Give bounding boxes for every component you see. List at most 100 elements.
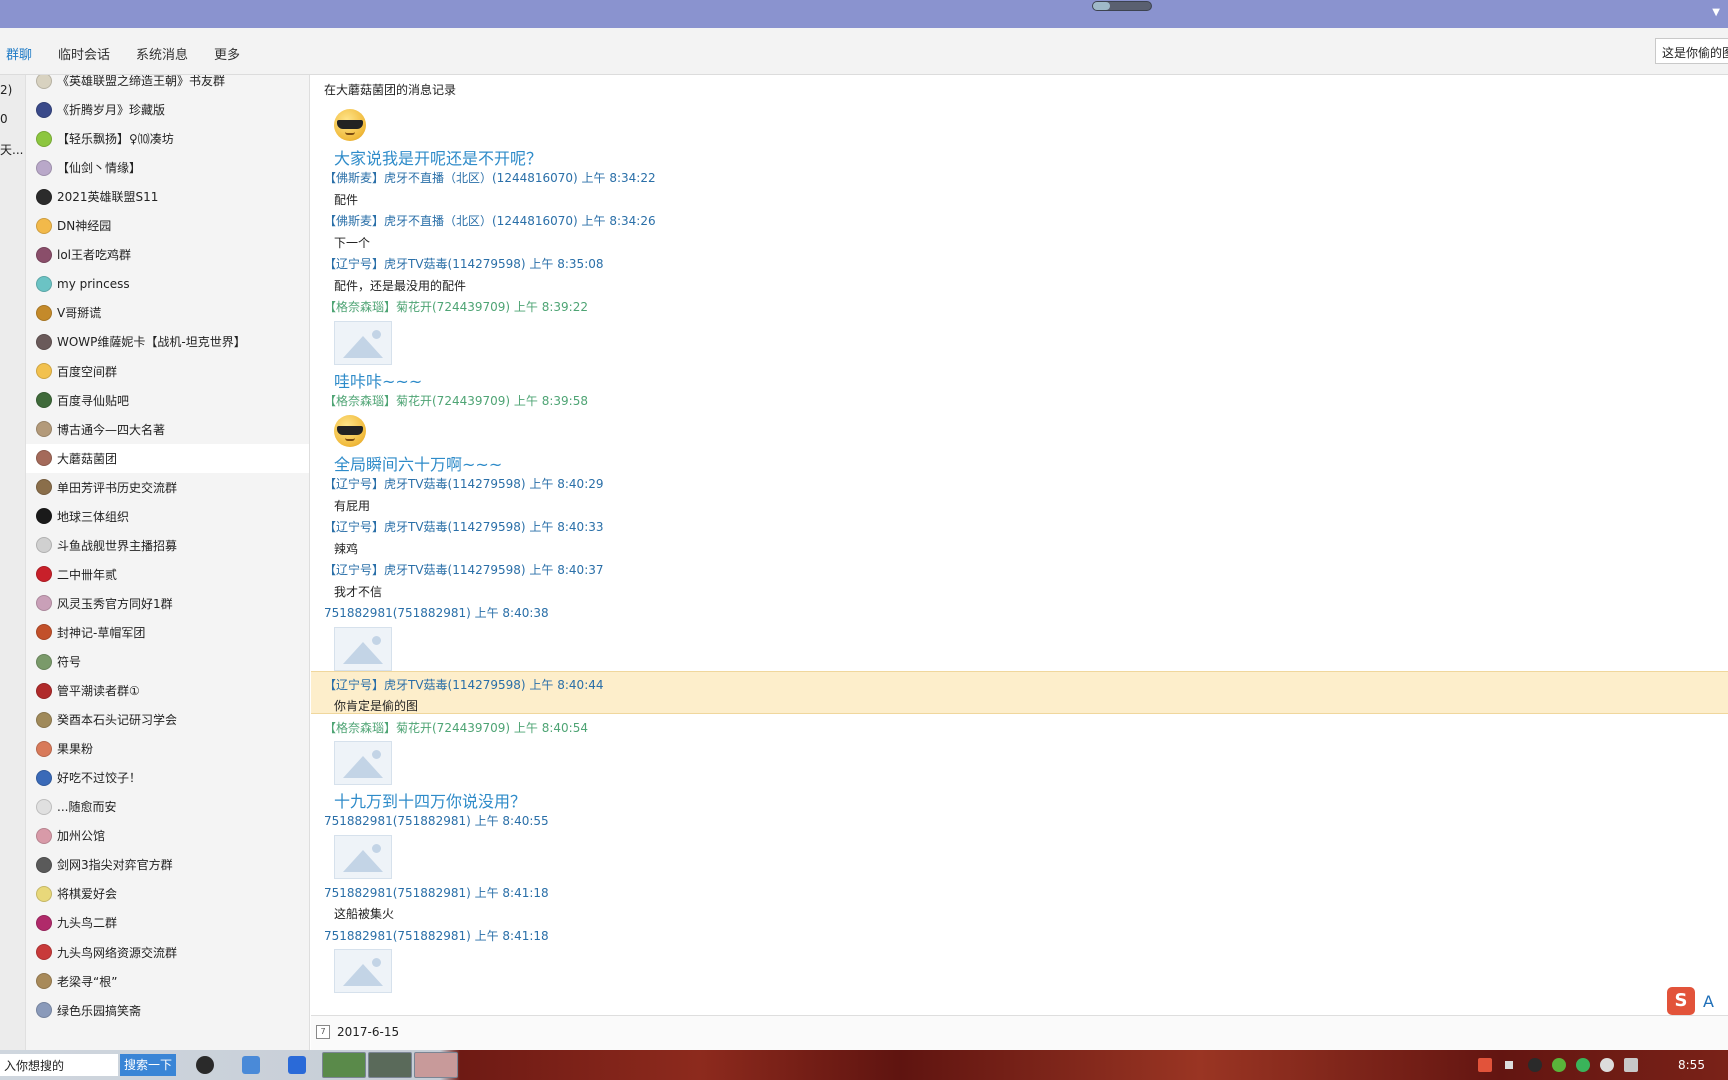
taskbar-search-button[interactable]: 搜索一下 [120,1054,176,1076]
shield-tray-icon[interactable] [1552,1058,1566,1072]
image-placeholder-icon[interactable] [334,626,392,671]
group-item[interactable]: 百度空间群 [26,357,309,386]
group-item[interactable]: 2021英雄联盟S11 [26,182,309,211]
message-text: 配件 [334,192,359,207]
group-item[interactable]: my princess [26,269,309,298]
left-strip-item[interactable]: 0 [0,112,8,126]
group-item[interactable]: 地球三体组织 [26,502,309,531]
group-item[interactable]: 果果粉 [26,734,309,763]
group-item[interactable]: 大蘑菇菌团 [26,443,309,473]
group-item[interactable]: 将棋爱好会 [26,879,309,908]
taskbar: 入你想搜的 搜索一下 8:55 [0,1050,1728,1080]
message-text: 辣鸡 [334,541,359,556]
game-controller-icon[interactable] [242,1056,260,1074]
message-sender-time[interactable]: 751882981(751882981) 上午 8:41:18 [324,927,549,944]
tab-temp-session[interactable]: 临时会话 [58,44,110,63]
calendar-icon[interactable]: 7 [316,1025,330,1039]
group-avatar-icon [36,392,52,409]
group-name: 剑网3指尖对弈官方群 [57,858,173,873]
group-item[interactable]: 单田芳评书历史交流群 [26,473,309,502]
sogou-ime-icon: S [1667,987,1695,1015]
tab-more[interactable]: 更多 [214,44,240,63]
left-strip-item[interactable]: 2) [0,83,12,97]
message-sender-time[interactable]: 【辽宁号】虎牙TV菇毒(114279598) 上午 8:40:29 [324,475,604,492]
message-sender-time[interactable]: 【格奈森瑙】菊花开(724439709) 上午 8:40:54 [324,719,588,736]
group-item[interactable]: 癸酉本石头记研习学会 [26,705,309,734]
group-item[interactable]: 【轻乐飘扬】♀⑽凑坊 [26,124,309,153]
tab-group-chat[interactable]: 群聊 [6,44,32,63]
group-item[interactable]: 《折腾岁月》珍藏版 [26,95,309,124]
group-item[interactable]: ...随愈而安 [26,792,309,821]
group-item[interactable]: 风灵玉秀官方同好1群 [26,589,309,618]
group-item[interactable]: WOWP维薩妮卡【战机-坦克世界】 [26,327,309,356]
message-sender-time[interactable]: 【辽宁号】虎牙TV菇毒(114279598) 上午 8:40:44 [324,676,604,693]
group-item[interactable]: 《英雄联盟之缔造王朝》书友群 [26,75,309,95]
image-placeholder-icon[interactable] [334,834,392,879]
group-item[interactable]: 九头鸟网络资源交流群 [26,938,309,967]
cool-emoji-icon[interactable] [334,109,366,141]
network-icon[interactable] [1624,1058,1638,1072]
volume-icon[interactable] [1600,1058,1614,1072]
image-placeholder-icon[interactable] [334,741,392,785]
group-item[interactable]: V哥掰谎 [26,298,309,327]
history-date[interactable]: 2017-6-15 [337,1025,399,1039]
group-item[interactable]: 斗鱼战舰世界主播招募 [26,531,309,560]
message-sender-time[interactable]: 【辽宁号】虎牙TV菇毒(114279598) 上午 8:40:33 [324,518,604,535]
group-avatar-icon [36,246,52,263]
cool-emoji-icon[interactable] [334,415,366,447]
image-placeholder-icon[interactable] [334,320,392,365]
group-item[interactable]: 加州公馆 [26,821,309,850]
message-sender-time[interactable]: 【格奈森瑙】菊花开(724439709) 上午 8:39:58 [324,392,588,409]
tab-system-messages[interactable]: 系统消息 [136,44,188,63]
group-item[interactable]: 二中卌年贰 [26,560,309,589]
message-sender-time[interactable]: 751882981(751882981) 上午 8:41:18 [324,884,549,901]
sun-shape [372,750,381,759]
group-avatar-icon [36,1002,52,1019]
message-sender-time[interactable]: 【辽宁号】虎牙TV菇毒(114279598) 上午 8:40:37 [324,561,604,578]
group-item[interactable]: 封神记-草帽军团 [26,618,309,647]
group-avatar-icon [36,421,52,438]
message-sender-time[interactable]: 751882981(751882981) 上午 8:40:55 [324,812,549,829]
search-input[interactable]: 这是你偷的图 [1655,38,1728,64]
qq-tray-icon[interactable] [1528,1058,1542,1072]
message-sender-time[interactable]: 【佛斯麦】虎牙不直播（北区）(1244816070) 上午 8:34:22 [324,169,656,186]
group-name: lol王者吃鸡群 [57,248,132,263]
tray-expand-icon[interactable] [1505,1061,1513,1069]
group-item[interactable]: 剑网3指尖对弈官方群 [26,850,309,879]
left-strip-item[interactable]: 天... [0,141,23,158]
message-sender-time[interactable]: 【格奈森瑙】菊花开(724439709) 上午 8:39:22 [324,298,588,315]
image-placeholder-icon[interactable] [334,949,392,993]
group-name: 博古通今—四大名著 [57,422,166,437]
sogou-tray-icon[interactable] [1478,1058,1492,1072]
group-name: 大蘑菇菌团 [57,451,118,466]
wechat-tray-icon[interactable] [1576,1058,1590,1072]
system-clock[interactable]: 8:55 [1678,1058,1705,1072]
ime-indicator[interactable]: S A [1665,985,1725,1019]
qq-penguin-icon[interactable] [196,1056,214,1074]
message-sender-time[interactable]: 751882981(751882981) 上午 8:40:38 [324,604,549,621]
taskbar-app-mouse[interactable] [414,1052,458,1078]
message-sender-time[interactable]: 【佛斯麦】虎牙不直播（北区）(1244816070) 上午 8:34:26 [324,212,656,229]
taskbar-app-panda[interactable] [368,1052,412,1078]
left-strip: 2) 0 天... [0,75,26,1050]
group-item[interactable]: 绿色乐园搞笑斋 [26,996,309,1025]
mail-icon[interactable] [288,1056,306,1074]
group-item[interactable]: 管平潮读者群① [26,676,309,705]
group-item[interactable]: 老梁寻“根” [26,967,309,996]
group-item[interactable]: 好吃不过饺子！ [26,763,309,792]
group-item[interactable]: 百度寻仙贴吧 [26,386,309,415]
group-item[interactable]: lol王者吃鸡群 [26,240,309,269]
group-item[interactable]: 博古通今—四大名著 [26,415,309,444]
group-name: 《英雄联盟之缔造王朝》书友群 [57,75,226,88]
taskbar-search-input[interactable]: 入你想搜的 [0,1054,118,1076]
group-name: 单田芳评书历史交流群 [57,480,178,495]
chevron-down-icon[interactable]: ▼ [1712,7,1720,18]
group-item[interactable]: DN神经园 [26,211,309,240]
group-item[interactable]: 【仙剑丶情缘】 [26,153,309,182]
message-sender-time[interactable]: 【辽宁号】虎牙TV菇毒(114279598) 上午 8:35:08 [324,255,604,272]
taskbar-app-green[interactable] [322,1052,366,1078]
group-name: 癸酉本石头记研习学会 [57,713,178,728]
group-item[interactable]: 九头鸟二群 [26,908,309,937]
mouth [345,438,355,441]
group-item[interactable]: 符号 [26,647,309,676]
